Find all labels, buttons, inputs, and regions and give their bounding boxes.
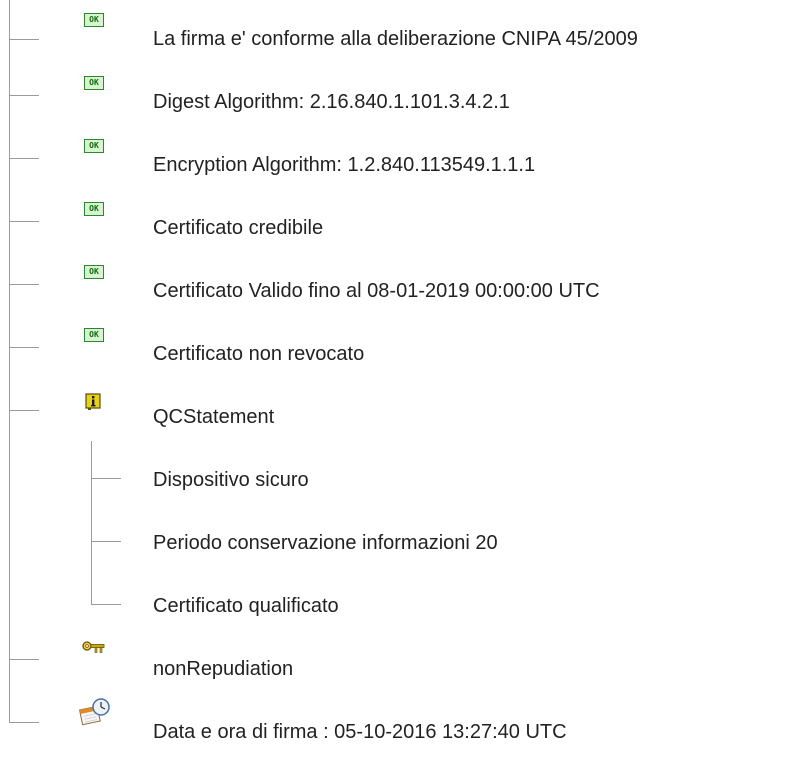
tree-item-label: Periodo conservazione informazioni 20	[153, 532, 498, 554]
tree-item-cnipa-compliance[interactable]: OK La firma e' conforme alla deliberazio…	[0, 0, 806, 63]
tree-line	[91, 504, 92, 567]
ok-icon: OK	[84, 76, 104, 90]
tree-item-digest-algorithm[interactable]: OK Digest Algorithm: 2.16.840.1.101.3.4.…	[0, 63, 806, 126]
tree-line	[9, 659, 39, 660]
tree-line	[91, 567, 92, 604]
tree-line	[9, 158, 39, 159]
tree-item-label: QCStatement	[153, 406, 275, 428]
tree-item-label: Encryption Algorithm: 1.2.840.113549.1.1…	[153, 154, 536, 176]
tree-line	[91, 604, 121, 605]
tree-item-nonrepudiation[interactable]: nonRepudiation	[0, 630, 806, 693]
ok-icon: OK	[84, 265, 104, 279]
tree-line	[91, 541, 121, 542]
tree-item-label: nonRepudiation	[153, 658, 294, 680]
tree-item-label: Certificato Valido fino al 08-01-2019 00…	[153, 280, 600, 302]
tree-item-label: Digest Algorithm: 2.16.840.1.101.3.4.2.1	[153, 91, 510, 113]
tree-line	[9, 0, 10, 63]
tree-line	[9, 722, 39, 723]
ok-icon: OK	[84, 139, 104, 153]
tree-line	[9, 347, 39, 348]
ok-icon: OK	[84, 328, 104, 342]
tree-item-label: Certificato credibile	[153, 217, 324, 239]
signature-verification-tree: OK La firma e' conforme alla deliberazio…	[0, 0, 806, 758]
tree-item-label: Certificato qualificato	[153, 595, 339, 617]
ok-icon: OK	[84, 202, 104, 216]
tree-item-signing-datetime[interactable]: Data e ora di firma : 05-10-2016 13:27:4…	[0, 693, 806, 756]
ok-icon: OK	[84, 13, 104, 27]
tree-line	[9, 221, 39, 222]
tree-item-label: Data e ora di firma : 05-10-2016 13:27:4…	[153, 721, 567, 743]
tree-item-certificate-trusted[interactable]: OK Certificato credibile	[0, 189, 806, 252]
tree-item-certificate-validity[interactable]: OK Certificato Valido fino al 08-01-2019…	[0, 252, 806, 315]
info-icon	[85, 393, 105, 410]
tree-line	[91, 478, 121, 479]
calendar-clock-icon	[78, 698, 112, 728]
key-icon	[82, 641, 106, 657]
tree-line	[9, 567, 10, 630]
tree-item-label: La firma e' conforme alla deliberazione …	[153, 28, 638, 50]
tree-item-qcstatement[interactable]: QCStatement	[0, 378, 806, 441]
tree-line	[9, 95, 39, 96]
tree-line	[9, 630, 10, 693]
tree-line	[9, 39, 39, 40]
tree-line	[9, 504, 10, 567]
tree-item-label: Dispositivo sicuro	[153, 469, 309, 491]
tree-item-qualified-certificate[interactable]: Certificato qualificato	[0, 567, 806, 630]
tree-item-secure-device[interactable]: Dispositivo sicuro	[0, 441, 806, 504]
tree-line	[91, 441, 92, 504]
tree-line	[9, 693, 10, 722]
tree-item-label: Certificato non revocato	[153, 343, 365, 365]
tree-item-encryption-algorithm[interactable]: OK Encryption Algorithm: 1.2.840.113549.…	[0, 126, 806, 189]
tree-item-retention-period[interactable]: Periodo conservazione informazioni 20	[0, 504, 806, 567]
tree-line	[9, 410, 39, 411]
tree-line	[9, 284, 39, 285]
tree-line	[9, 441, 10, 504]
tree-item-certificate-not-revoked[interactable]: OK Certificato non revocato	[0, 315, 806, 378]
